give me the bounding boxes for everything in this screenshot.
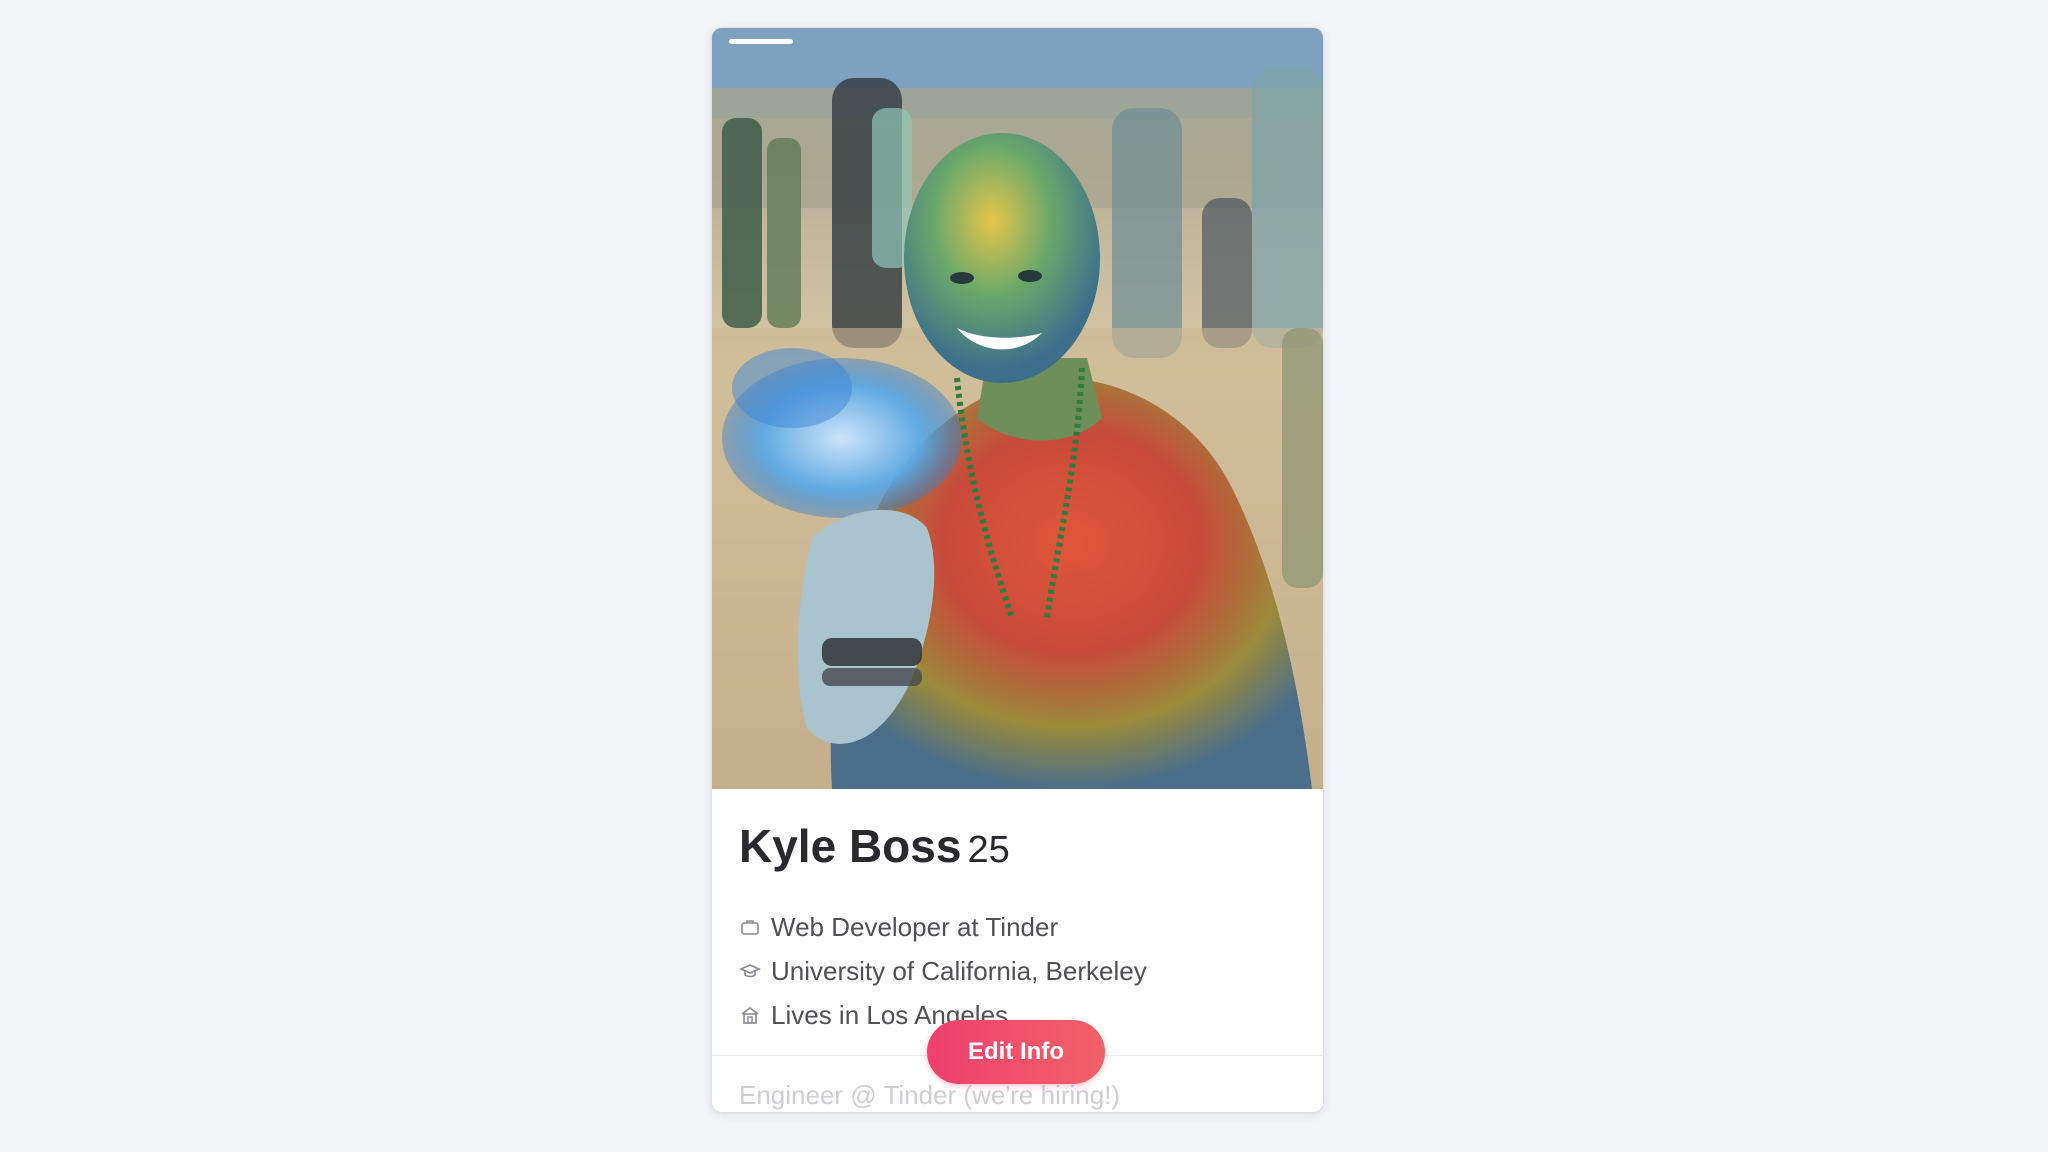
house-icon (739, 1004, 761, 1026)
briefcase-icon (739, 916, 761, 938)
name-row: Kyle Boss 25 (739, 819, 1010, 873)
edit-info-button[interactable]: Edit Info (927, 1020, 1105, 1084)
school-text: University of California, Berkeley (771, 955, 1147, 986)
graduation-cap-icon (739, 960, 761, 982)
photo-progress-indicator (729, 39, 793, 44)
school-row: University of California, Berkeley (739, 953, 1147, 989)
job-row: Web Developer at Tinder (739, 909, 1058, 945)
profile-name: Kyle Boss (739, 820, 962, 872)
bio-text: Engineer @ Tinder (we're hiring!) (739, 1080, 1121, 1110)
profile-photo[interactable] (712, 28, 1323, 789)
job-text: Web Developer at Tinder (771, 911, 1059, 942)
profile-age: 25 (967, 829, 1010, 871)
profile-card: Kyle Boss 25 Web Developer at Tinder Univ… (712, 28, 1323, 1112)
photo-illustration (712, 28, 1323, 789)
